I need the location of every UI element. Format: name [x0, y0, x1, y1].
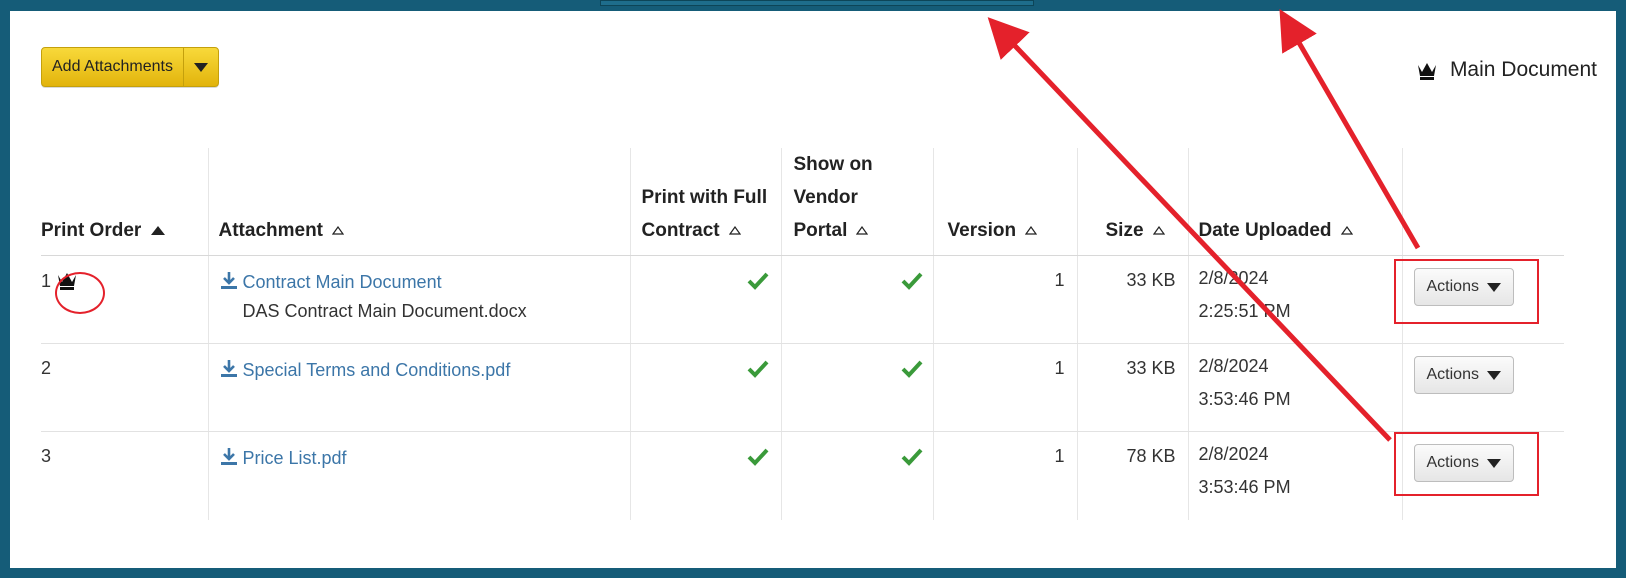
checkmark-icon — [747, 272, 768, 290]
table-row: 1 Contract Main Document DAS Contract Ma… — [41, 255, 1564, 344]
size-cell: 33 KB — [1076, 255, 1188, 344]
actions-highlight-box — [1394, 259, 1539, 324]
version-cell: 1 — [932, 343, 1077, 432]
actions-cell: Actions — [1401, 343, 1564, 432]
top-tab[interactable] — [600, 0, 1034, 6]
sort-icon — [1340, 226, 1353, 236]
add-attachments-button[interactable]: Add Attachments — [41, 47, 219, 87]
table-row: 3 Price List.pdf 1 78 KB 2/8/2024 3:53:46… — [41, 431, 1564, 520]
header-vendor-portal[interactable]: Show on Vendor Portal — [780, 148, 933, 256]
header-attachment[interactable]: Attachment — [207, 148, 630, 256]
header-size[interactable]: Size — [1076, 148, 1188, 256]
checkmark-icon — [901, 272, 922, 290]
legend-label: Main Document — [1449, 58, 1597, 81]
size-cell: 78 KB — [1076, 431, 1188, 520]
print-order-cell: 2 — [41, 343, 208, 432]
version-cell: 1 — [932, 255, 1077, 344]
download-icon — [220, 448, 237, 465]
date-uploaded-cell: 2/8/2024 3:53:46 PM — [1187, 343, 1402, 432]
print-order-cell: 3 — [41, 446, 52, 466]
vendor-portal-cell — [780, 255, 933, 344]
chevron-down-icon[interactable] — [182, 48, 218, 86]
chevron-down-icon — [1486, 370, 1501, 380]
attachment-link[interactable]: Price List.pdf — [219, 448, 347, 468]
checkmark-icon — [901, 360, 922, 378]
attachment-cell: Special Terms and Conditions.pdf — [207, 343, 630, 432]
sort-ascending-icon — [151, 226, 166, 236]
checkmark-icon — [747, 360, 768, 378]
attachment-filename: DAS Contract Main Document.docx — [242, 301, 527, 321]
crown-icon — [1417, 63, 1436, 80]
download-icon — [220, 360, 237, 377]
download-icon — [220, 272, 237, 289]
vendor-portal-cell — [780, 343, 933, 432]
attachments-table: Print Order Attachment Print with Full Co… — [41, 148, 1564, 520]
actions-button[interactable]: Actions — [1413, 356, 1514, 394]
vendor-portal-cell — [780, 431, 933, 520]
sort-icon — [332, 226, 345, 236]
actions-highlight-box — [1394, 432, 1539, 496]
sort-icon — [728, 226, 741, 236]
date-uploaded-cell: 2/8/2024 2:25:51 PM — [1187, 255, 1402, 344]
attachment-cell: Contract Main Document DAS Contract Main… — [207, 255, 630, 344]
checkmark-icon — [747, 448, 768, 466]
header-print-order[interactable]: Print Order — [41, 148, 208, 256]
sort-icon — [1152, 226, 1165, 236]
attachment-link[interactable]: Contract Main Document — [219, 272, 442, 292]
version-cell: 1 — [932, 431, 1077, 520]
print-full-contract-cell — [629, 431, 781, 520]
header-actions — [1401, 148, 1564, 256]
size-cell: 33 KB — [1076, 343, 1188, 432]
main-document-legend: Main Document — [1416, 58, 1597, 82]
header-version[interactable]: Version — [932, 148, 1077, 256]
table-row: 2 Special Terms and Conditions.pdf 1 33 … — [41, 343, 1564, 432]
print-full-contract-cell — [629, 343, 781, 432]
attachment-cell: Price List.pdf — [207, 431, 630, 520]
header-print-full-contract[interactable]: Print with Full Contract — [629, 148, 781, 256]
sort-icon — [856, 226, 869, 236]
header-date-uploaded[interactable]: Date Uploaded — [1187, 148, 1402, 256]
date-uploaded-cell: 2/8/2024 3:53:46 PM — [1187, 431, 1402, 520]
add-attachments-label: Add Attachments — [52, 58, 173, 75]
attachment-link[interactable]: Special Terms and Conditions.pdf — [219, 360, 510, 380]
print-full-contract-cell — [629, 255, 781, 344]
main-document-highlight-circle — [55, 272, 105, 314]
checkmark-icon — [901, 448, 922, 466]
sort-icon — [1025, 226, 1038, 236]
